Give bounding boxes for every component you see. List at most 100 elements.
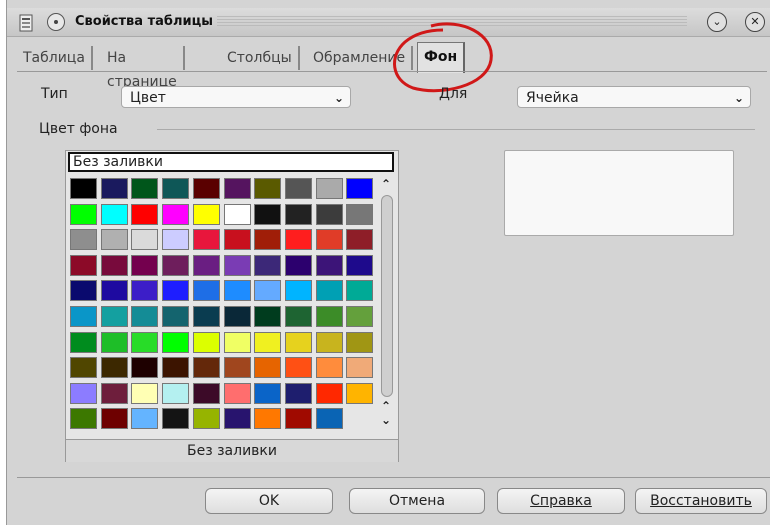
color-swatch[interactable]: [254, 254, 282, 276]
color-swatch[interactable]: [223, 280, 251, 302]
color-swatch[interactable]: [315, 254, 343, 276]
color-swatch[interactable]: [315, 203, 343, 225]
no-fill-swatch[interactable]: Без заливки: [68, 152, 394, 172]
color-swatch[interactable]: [254, 178, 282, 199]
color-swatch[interactable]: [100, 203, 128, 225]
color-swatch[interactable]: [315, 357, 343, 379]
color-swatch[interactable]: [70, 178, 97, 199]
color-swatch[interactable]: [70, 382, 97, 404]
chevron-up-icon[interactable]: ⌃: [381, 177, 391, 191]
color-swatch[interactable]: [192, 280, 220, 302]
help-button[interactable]: Справка: [497, 488, 625, 514]
title-bar[interactable]: Свойства таблицы ⌄ ✕: [7, 8, 770, 37]
color-swatch[interactable]: [284, 203, 312, 225]
color-swatch[interactable]: [315, 280, 343, 302]
color-swatch[interactable]: [131, 254, 159, 276]
color-swatch[interactable]: [70, 331, 97, 353]
color-swatch[interactable]: [70, 254, 97, 276]
color-swatch[interactable]: [223, 382, 251, 404]
color-swatch[interactable]: [223, 331, 251, 353]
color-swatch[interactable]: [346, 331, 374, 353]
color-swatch[interactable]: [162, 382, 190, 404]
color-swatch[interactable]: [192, 229, 220, 251]
color-swatch[interactable]: [100, 331, 128, 353]
color-swatch[interactable]: [284, 331, 312, 353]
color-swatch[interactable]: [131, 178, 159, 199]
color-swatch[interactable]: [162, 306, 190, 327]
color-swatch[interactable]: [284, 229, 312, 251]
color-swatch[interactable]: [100, 408, 128, 430]
color-swatch[interactable]: [254, 382, 282, 404]
scroll-thumb[interactable]: [381, 195, 393, 397]
color-swatch[interactable]: [315, 331, 343, 353]
color-swatch[interactable]: [254, 357, 282, 379]
color-swatch[interactable]: [100, 357, 128, 379]
reset-button[interactable]: Восстановить: [635, 488, 767, 514]
color-swatch[interactable]: [346, 254, 374, 276]
color-swatch[interactable]: [284, 178, 312, 199]
color-swatch[interactable]: [346, 280, 374, 302]
color-swatch[interactable]: [131, 280, 159, 302]
tab-text-flow[interactable]: На странице: [101, 46, 185, 90]
color-swatch[interactable]: [346, 382, 374, 404]
color-swatch[interactable]: [192, 254, 220, 276]
color-swatch[interactable]: [254, 408, 282, 430]
color-swatch[interactable]: [315, 408, 343, 430]
color-swatch[interactable]: [162, 280, 190, 302]
color-swatch[interactable]: [346, 357, 374, 379]
color-swatch[interactable]: [162, 203, 190, 225]
color-swatch[interactable]: [162, 331, 190, 353]
for-select[interactable]: Ячейка ⌄: [517, 86, 751, 108]
color-swatch[interactable]: [192, 178, 220, 199]
color-swatch[interactable]: [223, 254, 251, 276]
minimize-icon[interactable]: ⌄: [707, 12, 727, 32]
color-swatch[interactable]: [223, 306, 251, 327]
color-swatch[interactable]: [100, 178, 128, 199]
color-swatch[interactable]: [284, 306, 312, 327]
color-swatch[interactable]: [162, 229, 190, 251]
color-swatch[interactable]: [192, 408, 220, 430]
color-swatch[interactable]: [254, 306, 282, 327]
color-swatch[interactable]: [192, 203, 220, 225]
color-swatch[interactable]: [192, 357, 220, 379]
color-swatch[interactable]: [315, 382, 343, 404]
color-swatch[interactable]: [70, 229, 97, 251]
color-swatch[interactable]: [131, 229, 159, 251]
color-swatch[interactable]: [162, 254, 190, 276]
color-swatch[interactable]: [192, 306, 220, 327]
color-swatch[interactable]: [284, 357, 312, 379]
ok-button[interactable]: OK: [205, 488, 333, 514]
color-swatch[interactable]: [223, 357, 251, 379]
chevron-down-icon[interactable]: ⌄: [381, 413, 391, 427]
window-menu-icon[interactable]: [47, 13, 65, 31]
color-swatch[interactable]: [254, 229, 282, 251]
color-swatch[interactable]: [346, 178, 374, 199]
color-swatch[interactable]: [315, 229, 343, 251]
color-swatch[interactable]: [254, 280, 282, 302]
color-swatch[interactable]: [162, 178, 190, 199]
close-icon[interactable]: ✕: [745, 12, 765, 32]
color-swatch[interactable]: [284, 280, 312, 302]
color-swatch[interactable]: [100, 280, 128, 302]
color-swatch[interactable]: [223, 178, 251, 199]
color-swatch[interactable]: [131, 306, 159, 327]
color-swatch[interactable]: [223, 203, 251, 225]
color-swatch[interactable]: [70, 306, 97, 327]
color-swatch[interactable]: [131, 382, 159, 404]
color-swatch[interactable]: [131, 357, 159, 379]
cancel-button[interactable]: Отмена: [349, 488, 485, 514]
color-swatch[interactable]: [346, 306, 374, 327]
color-swatch[interactable]: [100, 229, 128, 251]
type-select[interactable]: Цвет ⌄: [121, 86, 351, 108]
color-swatch[interactable]: [315, 306, 343, 327]
color-swatch[interactable]: [254, 203, 282, 225]
color-swatch[interactable]: [100, 254, 128, 276]
color-swatch[interactable]: [346, 229, 374, 251]
color-swatch[interactable]: [192, 382, 220, 404]
color-swatch[interactable]: [131, 331, 159, 353]
color-swatch[interactable]: [131, 408, 159, 430]
tab-columns[interactable]: Столбцы: [221, 46, 300, 70]
color-swatch[interactable]: [100, 306, 128, 327]
palette-scrollbar[interactable]: ⌃ ⌃ ⌄: [378, 177, 396, 435]
color-swatch[interactable]: [162, 357, 190, 379]
